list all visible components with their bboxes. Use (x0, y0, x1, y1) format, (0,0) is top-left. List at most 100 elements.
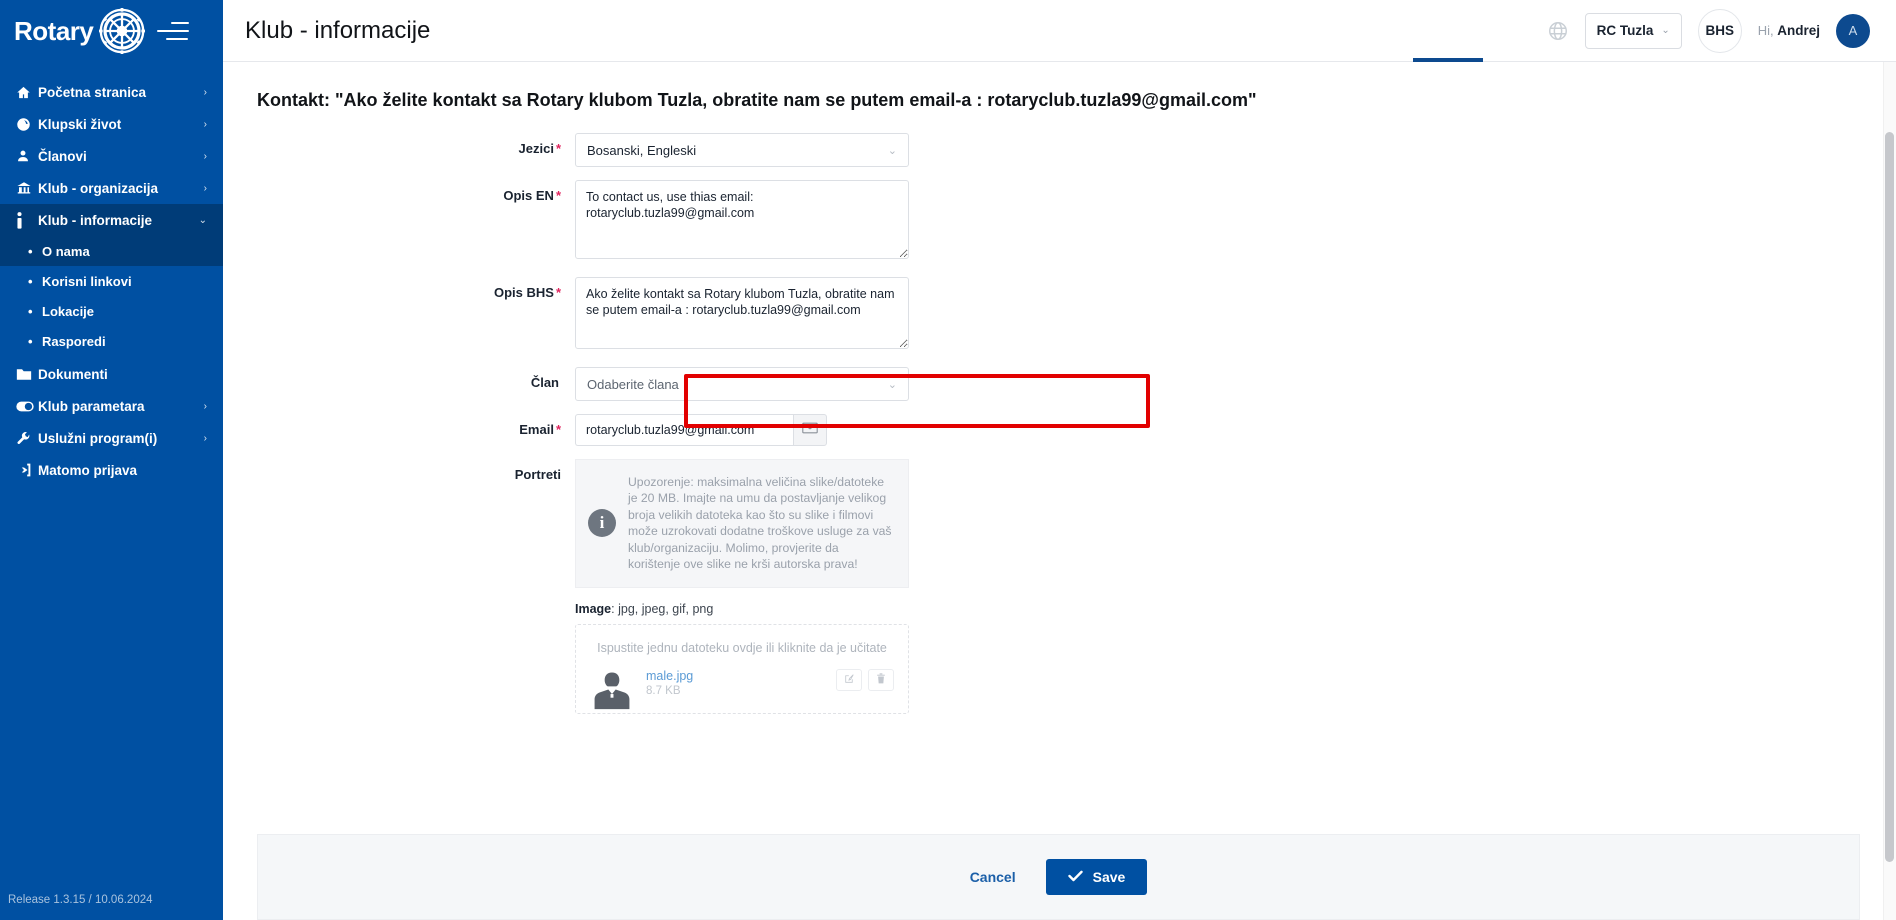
top-header: Klub - informacije RC Tuzla ⌄ BHS Hi, An… (223, 0, 1896, 62)
required-marker: * (556, 422, 561, 437)
bullet-icon: • (28, 245, 42, 258)
edit-file-button[interactable] (836, 669, 862, 691)
file-dropzone[interactable]: Ispustite jednu datoteku ovdje ili klikn… (575, 624, 909, 714)
required-marker: * (556, 188, 561, 203)
required-marker: * (556, 285, 561, 300)
uploaded-file-name[interactable]: male.jpg (646, 669, 824, 683)
label-text: Portreti (515, 467, 561, 482)
accepted-formats-label: Image (575, 602, 611, 616)
sidebar-item-label: Klupski život (38, 117, 204, 132)
hamburger-line (166, 38, 188, 40)
form-footer: Cancel Save (257, 834, 1860, 920)
sidebar-item-club-information[interactable]: Klub - informacije ⌄ (0, 204, 223, 236)
avatar[interactable]: A (1836, 14, 1870, 48)
vertical-scrollbar-thumb[interactable] (1885, 132, 1894, 862)
sidebar-item-club-organization[interactable]: Klub - organizacija › (0, 172, 223, 204)
sidebar-item-label: Klub - organizacija (38, 181, 204, 196)
release-version: Release 1.3.15 / 10.06.2024 (8, 894, 153, 906)
field-row-email: Email* (245, 414, 1860, 446)
sidebar-subitem-label: O nama (42, 244, 90, 259)
accepted-formats-values: : jpg, jpeg, gif, png (611, 602, 713, 616)
languages-label: Jezici* (245, 133, 575, 167)
content-panel: Kontakt: "Ako želite kontakt sa Rotary k… (223, 62, 1896, 920)
sidebar-item-label: Dokumenti (38, 367, 207, 382)
email-input[interactable] (575, 414, 793, 446)
field-row-description-en: Opis EN* (245, 180, 1860, 264)
upload-warning-panel: i Upozorenje: maksimalna veličina slike/… (575, 459, 909, 588)
member-value: Odaberite člana (587, 377, 679, 392)
sidebar-item-documents[interactable]: Dokumenti (0, 358, 223, 390)
sidebar-subitem-rasporedi[interactable]: • Rasporedi (0, 326, 223, 356)
sidebar-item-label: Uslužni program(i) (38, 431, 204, 446)
user-greeting: Hi, Andrej (1758, 23, 1820, 38)
wrench-icon (16, 431, 38, 446)
label-text: Opis BHS (494, 285, 554, 300)
header-actions: RC Tuzla ⌄ BHS Hi, Andrej A (1547, 9, 1896, 53)
sidebar-item-label: Matomo prijava (38, 463, 207, 478)
file-actions (836, 667, 894, 691)
sidebar-subitem-o-nama[interactable]: • O nama (0, 236, 223, 266)
sidebar-item-matomo-login[interactable]: Matomo prijava (0, 454, 223, 486)
label-text: Jezici (519, 141, 554, 156)
portraits-label: Portreti (245, 459, 575, 714)
description-en-control (575, 180, 909, 264)
email-send-button[interactable] (793, 414, 827, 446)
brand-name: Rotary (14, 16, 93, 47)
chevron-right-icon: › (204, 119, 207, 130)
menu-toggle-icon[interactable] (157, 18, 197, 46)
sidebar-item-label: Klub - informacije (38, 213, 199, 228)
sidebar-subitem-lokacije[interactable]: • Lokacije (0, 296, 223, 326)
vertical-scrollbar-track[interactable] (1883, 62, 1896, 920)
sidebar-subitem-korisni-linkovi[interactable]: • Korisni linkovi (0, 266, 223, 296)
bank-icon (16, 181, 38, 196)
main-area: Klub - informacije RC Tuzla ⌄ BHS Hi, An… (223, 0, 1896, 920)
chevron-right-icon: › (204, 401, 207, 412)
organization-selector[interactable]: RC Tuzla ⌄ (1585, 13, 1682, 49)
sidebar-item-service-programs[interactable]: Uslužni program(i) › (0, 422, 223, 454)
rotary-wheel-logo-icon (99, 8, 145, 54)
label-text: Opis EN (503, 188, 554, 203)
bullet-icon: • (28, 335, 42, 348)
chevron-down-icon: ⌄ (888, 144, 897, 157)
organization-label: RC Tuzla (1597, 23, 1654, 38)
member-select[interactable]: Odaberite člana ⌄ (575, 367, 909, 401)
user-name: Andrej (1777, 23, 1820, 38)
folder-icon (16, 368, 38, 381)
page-title: Klub - informacije (245, 17, 430, 45)
male-avatar-icon (590, 667, 634, 711)
field-row-description-bhs: Opis BHS* (245, 277, 1860, 354)
label-text: Email (519, 422, 554, 437)
portraits-control: i Upozorenje: maksimalna veličina slike/… (575, 459, 909, 714)
languages-value: Bosanski, Engleski (587, 143, 696, 158)
greeting-prefix: Hi, (1758, 23, 1774, 38)
languages-select[interactable]: Bosanski, Engleski ⌄ (575, 133, 909, 167)
sidebar-item-label: Početna stranica (38, 85, 204, 100)
envelope-icon (802, 421, 818, 439)
sidebar-item-club-life[interactable]: Klupski život › (0, 108, 223, 140)
email-control (575, 414, 909, 446)
save-button[interactable]: Save (1046, 859, 1148, 895)
globe-icon[interactable] (1547, 20, 1569, 42)
chevron-down-icon: ⌄ (1661, 25, 1669, 36)
toggle-icon (16, 401, 38, 412)
check-icon (1068, 869, 1083, 885)
sidebar-subitem-label: Korisni linkovi (42, 274, 132, 289)
sidebar-item-members[interactable]: Članovi › (0, 140, 223, 172)
trash-icon (876, 671, 886, 689)
sidebar-item-club-parameters[interactable]: Klub parametara › (0, 390, 223, 422)
description-bhs-textarea[interactable] (575, 277, 909, 349)
label-text: Član (531, 375, 559, 390)
uploaded-file-row: male.jpg 8.7 KB (576, 667, 908, 711)
sidebar-item-home[interactable]: Početna stranica › (0, 76, 223, 108)
cancel-button[interactable]: Cancel (970, 869, 1016, 885)
accepted-formats-line: Image: jpg, jpeg, gif, png (575, 602, 909, 616)
description-en-textarea[interactable] (575, 180, 909, 259)
info-circle-icon: i (588, 509, 616, 537)
user-icon (16, 149, 38, 163)
sidebar-nav: Početna stranica › Klupski život › Člano… (0, 76, 223, 486)
chevron-right-icon: › (204, 87, 207, 98)
language-selector[interactable]: BHS (1698, 9, 1742, 53)
edit-icon (844, 671, 855, 689)
delete-file-button[interactable] (868, 669, 894, 691)
globe-icon (16, 117, 38, 132)
